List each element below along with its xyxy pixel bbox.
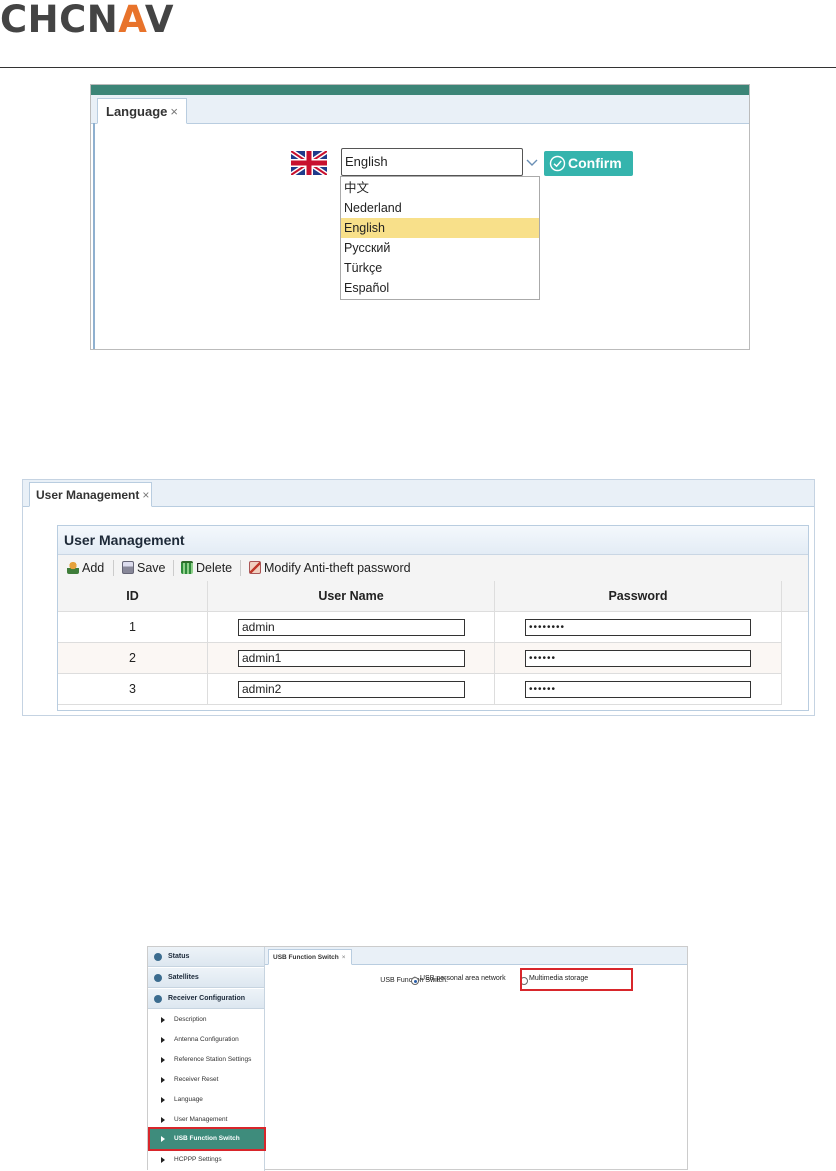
usb-function-screenshot: Status Satellites Receiver Configuration… bbox=[147, 946, 688, 1171]
close-icon[interactable]: × bbox=[170, 104, 178, 119]
sidebar-item-description[interactable]: Description bbox=[148, 1010, 264, 1030]
language-option[interactable]: Русский bbox=[341, 238, 539, 258]
caret-right-icon bbox=[161, 1077, 165, 1083]
save-button[interactable]: Save bbox=[122, 555, 166, 581]
save-icon bbox=[122, 561, 134, 574]
cell-id: 2 bbox=[58, 643, 208, 673]
close-icon[interactable]: × bbox=[342, 954, 346, 961]
column-header-id[interactable]: ID bbox=[58, 581, 208, 611]
confirm-label: Confirm bbox=[568, 155, 622, 171]
check-circle-icon bbox=[549, 155, 566, 172]
chcnav-logo: CHCNAV bbox=[0, 0, 175, 41]
caret-right-icon bbox=[161, 1097, 165, 1103]
table-header: ID User Name Password bbox=[58, 581, 808, 612]
uk-flag-icon bbox=[291, 151, 327, 175]
caret-right-icon bbox=[161, 1057, 165, 1063]
sidebar-header-status[interactable]: Status bbox=[148, 947, 264, 967]
language-option[interactable]: Español bbox=[341, 278, 539, 298]
cell-id: 1 bbox=[58, 612, 208, 642]
sidebar-item-antenna-configuration[interactable]: Antenna Configuration bbox=[148, 1030, 264, 1050]
highlight-box-sidebar bbox=[148, 1127, 266, 1151]
tools-icon bbox=[154, 995, 162, 1003]
caret-right-icon bbox=[161, 1117, 165, 1123]
user-management-screenshot: User Management × User Management Add Sav… bbox=[22, 479, 815, 716]
password-input[interactable]: •••••• bbox=[525, 681, 751, 698]
usb-content: USB Function Switch× USB Function Switch… bbox=[265, 947, 687, 1171]
user-name-input[interactable]: admin1 bbox=[238, 650, 465, 667]
sidebar-item-language[interactable]: Language bbox=[148, 1090, 264, 1110]
toolbar-divider bbox=[113, 560, 114, 576]
language-dropdown-list: 中文 Nederland English Русский Türkçe Espa… bbox=[340, 176, 540, 300]
sidebar-header-receiver-configuration[interactable]: Receiver Configuration bbox=[148, 989, 264, 1009]
user-name-input[interactable]: admin bbox=[238, 619, 465, 636]
radio-label-usb-personal-area-network[interactable]: USB personal area network bbox=[420, 975, 506, 982]
satellite-icon bbox=[154, 974, 162, 982]
table-row: 2 admin1 •••••• bbox=[58, 643, 782, 674]
sidebar-header-satellites[interactable]: Satellites bbox=[148, 968, 264, 988]
cell-password: •••••• bbox=[495, 674, 782, 704]
table-row: 1 admin •••••••• bbox=[58, 612, 782, 643]
sidebar-item-hcppp-settings[interactable]: HCPPP Settings bbox=[148, 1150, 264, 1170]
close-icon[interactable]: × bbox=[142, 488, 149, 502]
tab-language[interactable]: Language × bbox=[97, 98, 187, 124]
user-management-box: User Management Add Save Delete Modify A… bbox=[57, 525, 809, 711]
add-user-icon bbox=[67, 561, 79, 574]
column-header-password[interactable]: Password bbox=[495, 581, 782, 611]
cell-password: •••••••• bbox=[495, 612, 782, 642]
caret-right-icon bbox=[161, 1157, 165, 1163]
toolbar-divider bbox=[240, 560, 241, 576]
edit-document-icon bbox=[249, 561, 261, 574]
toolbar-divider bbox=[173, 560, 174, 576]
top-bar bbox=[91, 85, 749, 95]
language-option[interactable]: 中文 bbox=[341, 178, 539, 198]
toolbar: Add Save Delete Modify Anti-theft passwo… bbox=[58, 555, 808, 582]
language-option[interactable]: Nederland bbox=[341, 198, 539, 218]
left-border bbox=[93, 123, 95, 349]
tab-strip bbox=[91, 95, 749, 124]
column-header-user-name[interactable]: User Name bbox=[208, 581, 495, 611]
sidebar-item-reference-station-settings[interactable]: Reference Station Settings bbox=[148, 1050, 264, 1070]
password-input[interactable]: •••••••• bbox=[525, 619, 751, 636]
caret-right-icon bbox=[161, 1037, 165, 1043]
tab-usb-function-switch[interactable]: USB Function Switch × bbox=[268, 949, 352, 965]
modify-password-button[interactable]: Modify Anti-theft password bbox=[249, 555, 411, 581]
trash-icon bbox=[181, 561, 193, 574]
sidebar: Status Satellites Receiver Configuration… bbox=[148, 947, 266, 1171]
language-option-selected[interactable]: English bbox=[341, 218, 539, 238]
cell-password: •••••• bbox=[495, 643, 782, 673]
language-screenshot: Language × English Confirm 中文 Nederland E… bbox=[90, 84, 750, 350]
user-name-input[interactable]: admin2 bbox=[238, 681, 465, 698]
caret-right-icon bbox=[161, 1017, 165, 1023]
confirm-button[interactable]: Confirm bbox=[544, 151, 633, 176]
delete-button[interactable]: Delete bbox=[181, 555, 232, 581]
sidebar-item-receiver-reset[interactable]: Receiver Reset bbox=[148, 1070, 264, 1090]
cell-user-name: admin2 bbox=[208, 674, 495, 704]
table-row: 3 admin2 •••••• bbox=[58, 674, 782, 705]
chevron-down-icon[interactable] bbox=[523, 148, 541, 176]
password-input[interactable]: •••••• bbox=[525, 650, 751, 667]
panel-title: User Management bbox=[58, 526, 808, 555]
radio-usb-personal-area-network[interactable] bbox=[411, 977, 419, 985]
add-button[interactable]: Add bbox=[67, 555, 104, 581]
cell-user-name: admin1 bbox=[208, 643, 495, 673]
highlight-box-option bbox=[520, 968, 633, 991]
language-select[interactable]: English bbox=[341, 148, 523, 176]
tab-user-management[interactable]: User Management × bbox=[29, 482, 152, 507]
header-divider bbox=[0, 67, 836, 68]
cell-user-name: admin bbox=[208, 612, 495, 642]
language-option[interactable]: Türkçe bbox=[341, 258, 539, 278]
cell-id: 3 bbox=[58, 674, 208, 704]
status-icon bbox=[154, 953, 162, 961]
